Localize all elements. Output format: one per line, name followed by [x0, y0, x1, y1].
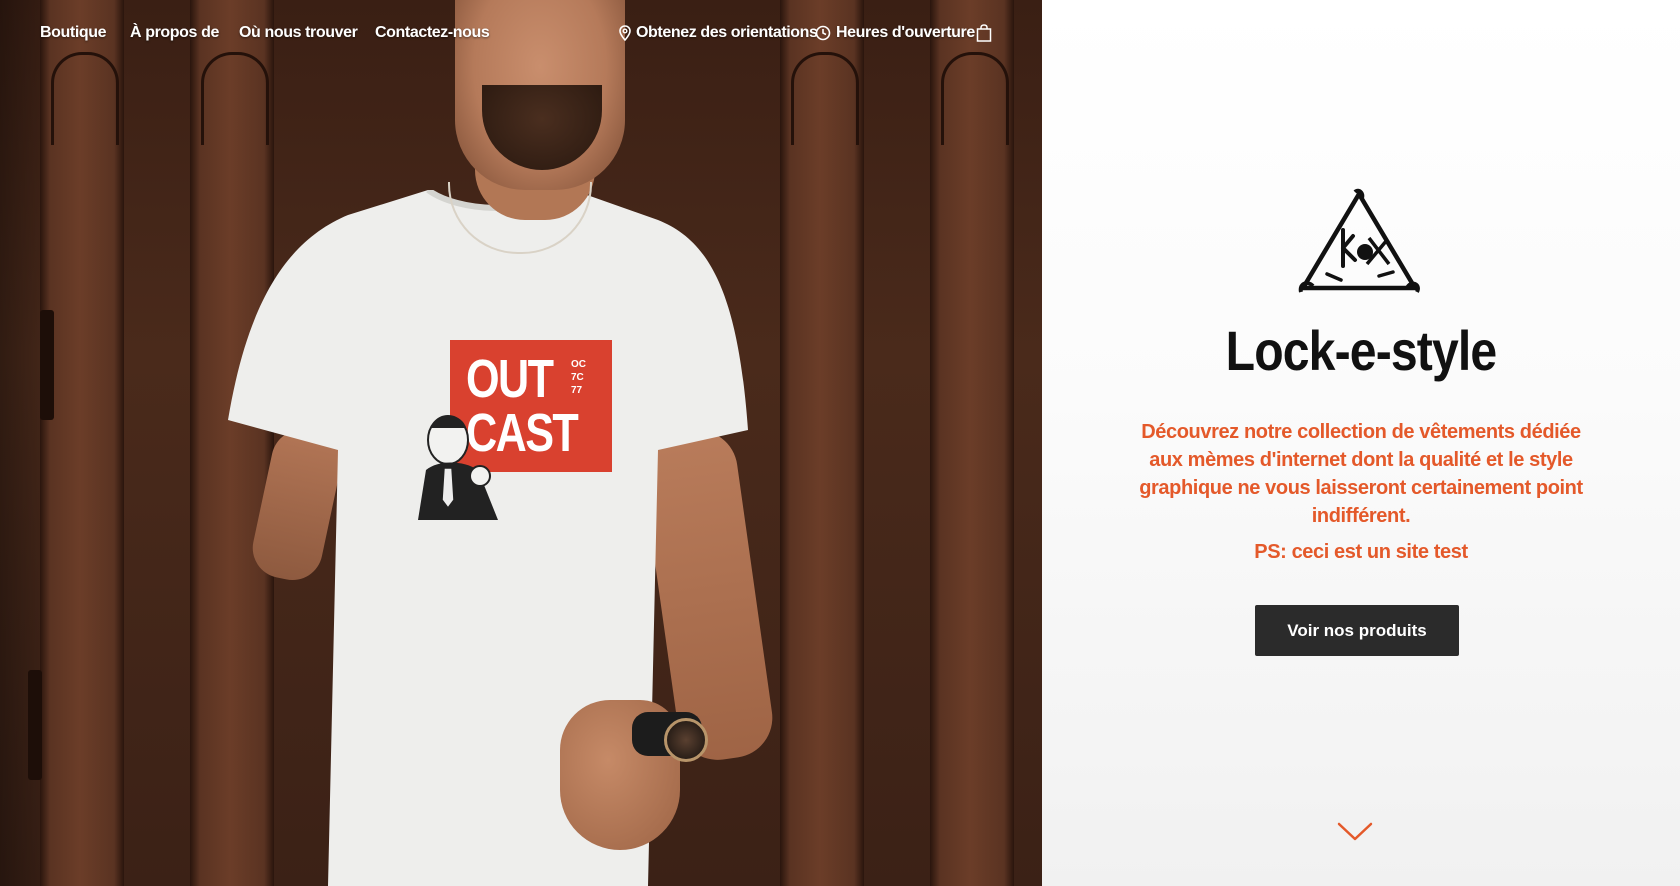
brand-title: Lock-e-style [1225, 319, 1498, 382]
brand-description: Découvrez notre collection de vêtements … [1139, 421, 1583, 527]
print-line-1: OUT [466, 349, 554, 409]
nav-item-contact[interactable]: Contactez-nous [375, 24, 490, 42]
opening-hours-label: Heures d'ouverture [836, 24, 975, 41]
get-directions-link[interactable]: Obtenez des orientations [619, 24, 818, 42]
brand-logo [1298, 188, 1420, 293]
opening-hours-link[interactable]: Heures d'ouverture [815, 24, 975, 42]
clock-icon [815, 25, 831, 41]
view-products-button[interactable]: Voir nos produits [1255, 605, 1459, 656]
nav-item-about[interactable]: À propos de [130, 24, 219, 42]
shopping-bag-icon[interactable] [976, 24, 992, 42]
print-side-text: OC 7C 77 [571, 359, 586, 396]
map-pin-icon [619, 24, 631, 41]
watch-face [664, 718, 708, 762]
door-hinge [28, 670, 42, 780]
door-hinge [40, 310, 54, 420]
cartoon-man-illustration [418, 415, 498, 520]
white-tshirt [228, 190, 748, 886]
ps-note: PS: ceci est un site test [1254, 541, 1468, 563]
chevron-down-icon[interactable] [1337, 820, 1373, 844]
hero-image: OUT CAST OC 7C 77 [0, 0, 1042, 886]
get-directions-label: Obtenez des orientations [636, 24, 818, 41]
intro-panel: Lock-e-style Découvrez notre collection … [1042, 0, 1680, 886]
nav-item-location[interactable]: Où nous trouver [239, 24, 358, 42]
nav-item-boutique[interactable]: Boutique [40, 24, 107, 42]
top-navigation: Boutique À propos de Où nous trouver Con… [0, 0, 1042, 72]
